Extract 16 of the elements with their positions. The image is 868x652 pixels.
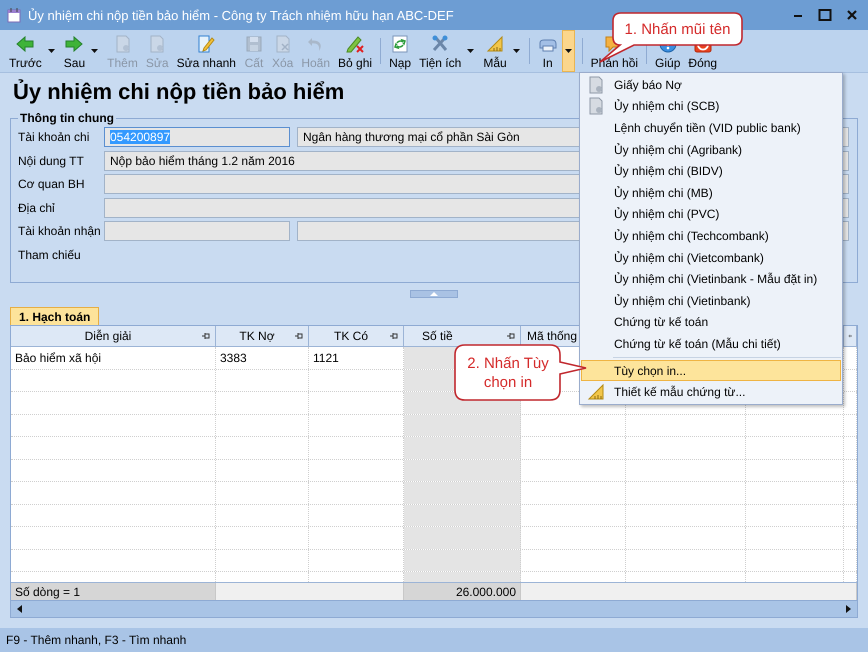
table-cell: 3383	[220, 350, 247, 365]
group-title: Thông tin chung	[19, 111, 115, 125]
field-label: Tài khoản nhận	[18, 224, 102, 238]
field-label: Tài khoản chi	[18, 130, 90, 144]
row-count: Số dòng = 1	[15, 584, 80, 598]
window-title: Ủy nhiệm chi nộp tiền bảo hiểm - Công ty Trách nhiệm hữu hạn ABC-DEF	[28, 8, 455, 22]
status-text: F9 - Thêm nhanh, F3 - Tìm nhanh	[6, 633, 186, 647]
field-label: Địa chỉ	[18, 200, 56, 215]
page-heading: Ủy nhiệm chi nộp tiền bảo hiểm	[12, 79, 344, 105]
field-label: Nội dung TT	[18, 154, 85, 168]
table-cell: 1121	[313, 350, 339, 365]
field-label: Cơ quan BH	[18, 177, 86, 192]
callout-tooltip: 2. Nhấn Tùy chọn in	[454, 344, 588, 402]
total-amount: 26.000.000	[456, 584, 516, 598]
table-cell: Bảo hiểm xã hội	[15, 350, 102, 365]
field-label: Tham chiếu	[18, 248, 82, 262]
